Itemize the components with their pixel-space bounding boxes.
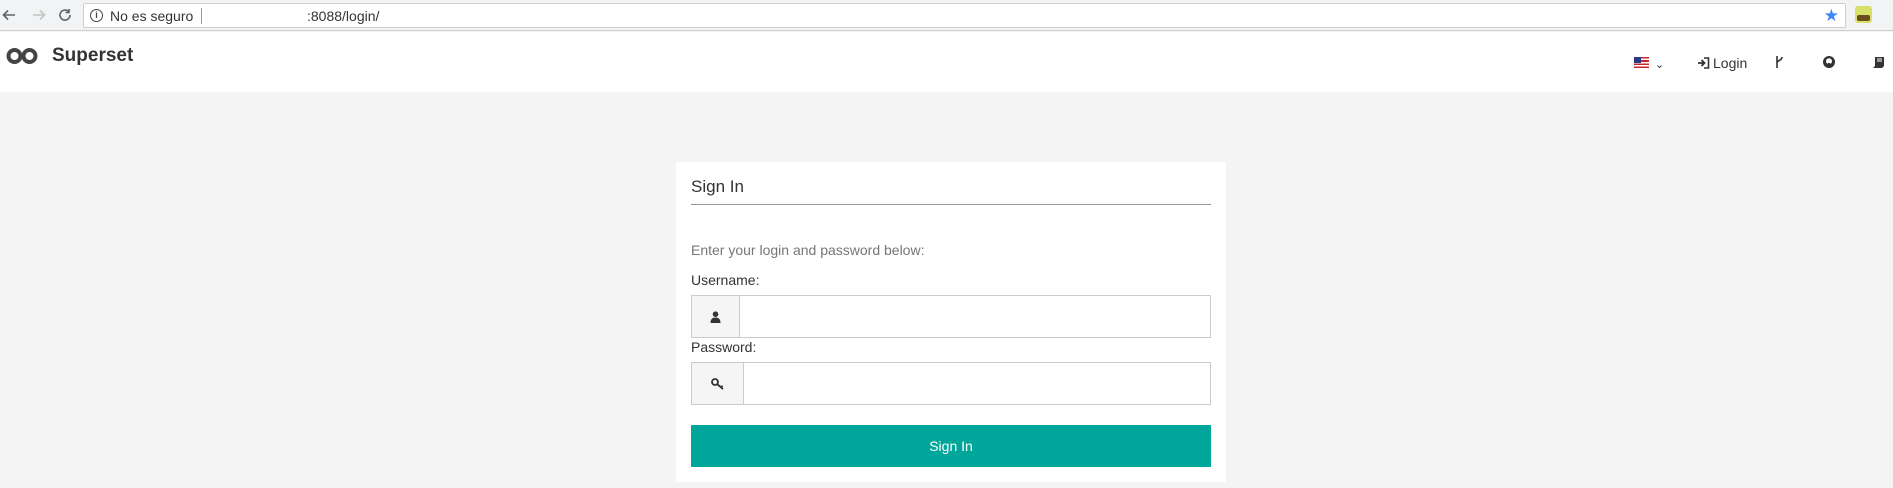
github-icon[interactable] — [1820, 53, 1838, 71]
username-label: Username: — [691, 272, 760, 288]
brand-link[interactable]: Superset — [6, 45, 133, 67]
login-link[interactable]: Login — [1697, 55, 1747, 71]
password-group — [691, 362, 1211, 405]
bookmark-star-icon[interactable]: ★ — [1824, 6, 1839, 26]
sign-in-button[interactable]: Sign In — [691, 425, 1211, 467]
browser-menu-icon[interactable]: ⋮ — [1887, 5, 1893, 23]
username-input[interactable] — [740, 296, 1210, 337]
code-branch-icon[interactable] — [1770, 53, 1788, 71]
info-icon[interactable]: i — [90, 9, 103, 22]
login-panel: Sign In Enter your login and password be… — [676, 162, 1226, 482]
password-input[interactable] — [744, 363, 1210, 404]
back-icon[interactable] — [0, 6, 18, 24]
language-selector[interactable]: ⌄ — [1634, 56, 1665, 71]
key-icon — [692, 363, 744, 404]
browser-toolbar: i No es seguro :8088/login/ ★ ⋮ — [0, 0, 1893, 31]
login-instructions: Enter your login and password below: — [691, 242, 925, 258]
book-icon[interactable] — [1869, 53, 1887, 71]
login-label: Login — [1713, 55, 1748, 71]
extension-icon[interactable] — [1855, 6, 1872, 23]
password-label: Password: — [691, 339, 757, 355]
forward-icon[interactable] — [30, 6, 48, 24]
sign-in-icon — [1698, 57, 1710, 69]
user-icon — [692, 296, 740, 337]
divider — [691, 204, 1211, 205]
url-separator — [201, 8, 202, 24]
username-group — [691, 295, 1211, 338]
reload-icon[interactable] — [56, 6, 74, 24]
panel-title: Sign In — [691, 177, 744, 196]
chevron-down-icon: ⌄ — [1655, 59, 1665, 71]
app-navbar: Superset ⌄ Login — [0, 32, 1893, 92]
security-label[interactable]: No es seguro — [110, 8, 193, 24]
superset-logo-icon — [6, 48, 38, 64]
url-text[interactable]: :8088/login/ — [307, 8, 379, 24]
brand-name: Superset — [52, 45, 134, 66]
us-flag-icon — [1634, 57, 1649, 68]
address-bar[interactable]: i No es seguro :8088/login/ ★ — [83, 3, 1846, 28]
